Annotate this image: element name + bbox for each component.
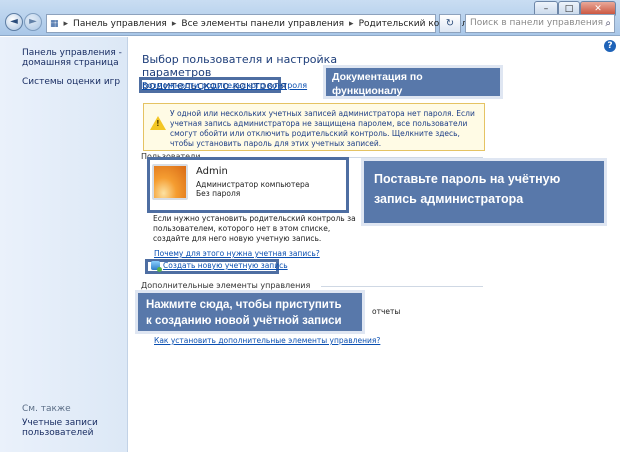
avatar bbox=[152, 164, 188, 200]
warning-text[interactable]: У одной или нескольких учетных записей а… bbox=[170, 109, 482, 149]
search-placeholder: Поиск в панели управления bbox=[470, 18, 603, 28]
how-to-extra-controls-link[interactable]: Как установить дополнительные элементы у… bbox=[154, 336, 380, 345]
admin-password-warning[interactable]: ! У одной или нескольких учетных записей… bbox=[143, 103, 485, 151]
callout-create: Нажмите сюда, чтобы приступить к создани… bbox=[135, 290, 365, 334]
see-also-heading: См. также bbox=[22, 404, 71, 414]
breadcrumb-control-panel[interactable]: Панель управления bbox=[70, 19, 170, 29]
sidebar-item-label: пользователей bbox=[22, 428, 94, 438]
sidebar-item-label: Панель управления - bbox=[22, 48, 122, 58]
callout-docs: Документация по функционалу родительског… bbox=[323, 65, 503, 111]
back-button[interactable]: ◄ bbox=[5, 13, 23, 31]
sidebar-item-label: Учетные записи bbox=[22, 418, 98, 428]
search-icon[interactable]: ⌕ bbox=[605, 15, 611, 32]
reports-text: отчеты bbox=[372, 307, 401, 316]
callout-line: Поставьте пароль на учётную bbox=[374, 172, 561, 186]
callout-password: Поставьте пароль на учётную запись админ… bbox=[361, 158, 607, 226]
sidebar-item-user-accounts[interactable]: Учетные записи пользователей bbox=[22, 418, 98, 438]
sidebar-item-label: домашняя страница bbox=[22, 58, 119, 68]
callout-line: к созданию новой учётной записи bbox=[146, 315, 342, 327]
chevron-right-icon: ▸ bbox=[349, 18, 354, 29]
create-account-label: Создать новую учетную запись bbox=[163, 261, 288, 270]
chevron-right-icon: ▸ bbox=[171, 18, 177, 29]
window-titlebar: – □ ✕ ◄ ► ▦ ▸ Панель управления ▸ Все эл… bbox=[0, 0, 620, 36]
refresh-button[interactable]: ↻ bbox=[439, 14, 461, 33]
callout-line: запись администратора bbox=[374, 192, 524, 206]
create-account-link[interactable]: Создать новую учетную запись bbox=[151, 261, 288, 272]
why-account-link[interactable]: Почему для этого нужна учетная запись? bbox=[154, 249, 320, 258]
callout-line: Нажмите сюда, чтобы приступить bbox=[146, 299, 342, 311]
forward-button[interactable]: ► bbox=[24, 13, 42, 31]
add-user-icon bbox=[151, 261, 162, 272]
user-name: Admin bbox=[196, 166, 228, 177]
address-bar[interactable]: ▦ ▸ Панель управления ▸ Все элементы пан… bbox=[46, 14, 481, 33]
breadcrumb-all-items[interactable]: Все элементы панели управления bbox=[178, 19, 347, 29]
control-panel-icon: ▦ bbox=[50, 18, 59, 29]
callout-line: Документация по функционалу bbox=[332, 71, 423, 97]
search-input[interactable]: Поиск в панели управления ⌕ bbox=[465, 14, 615, 33]
sidebar-item-home[interactable]: Панель управления - домашняя страница bbox=[22, 48, 122, 68]
warning-mark: ! bbox=[156, 119, 160, 128]
sidebar-item-game-ratings[interactable]: Системы оценки игр bbox=[22, 77, 120, 87]
parental-control-docs-link[interactable]: Возможности родительского контроля bbox=[142, 81, 307, 90]
extra-controls-label: Дополнительные элементы управления bbox=[141, 281, 311, 290]
new-account-hint: Если нужно установить родительский контр… bbox=[153, 214, 356, 243]
user-card-admin[interactable]: Admin Администратор компьютера Без парол… bbox=[148, 160, 348, 212]
user-role: Администратор компьютера bbox=[196, 180, 310, 189]
sidebar: Панель управления - домашняя страница Си… bbox=[0, 37, 128, 452]
chevron-right-icon: ▸ bbox=[63, 18, 69, 29]
divider bbox=[321, 286, 483, 287]
main-content: Выбор пользователя и настройка параметро… bbox=[129, 37, 620, 452]
user-password-status: Без пароля bbox=[196, 189, 241, 198]
